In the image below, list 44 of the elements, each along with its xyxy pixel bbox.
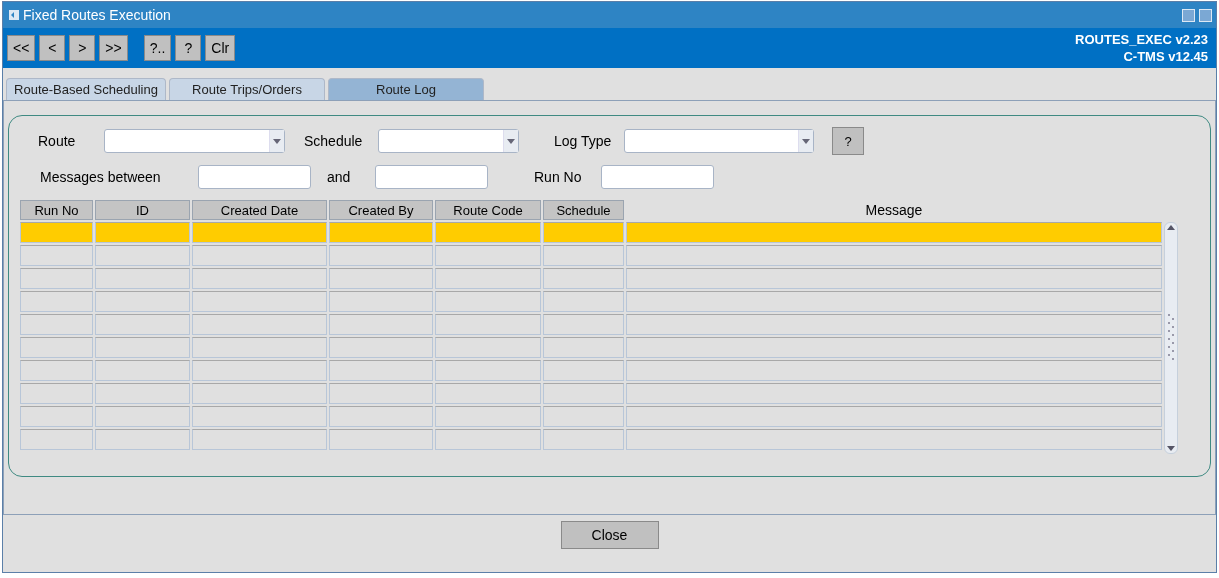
column-header: ID	[95, 200, 190, 220]
caret-icon	[507, 138, 515, 144]
column-header: Created By	[329, 200, 433, 220]
maximize-button[interactable]	[1199, 8, 1212, 22]
version-label: ROUTES_EXEC v2.23	[1075, 32, 1208, 47]
minimize-button[interactable]	[1182, 8, 1195, 22]
toolbar-button[interactable]: ?..	[143, 35, 172, 61]
field-label: Route	[37, 133, 77, 149]
version-label: C-TMS v12.45	[1123, 49, 1208, 64]
run-no-field[interactable]	[601, 165, 714, 189]
scrollbar[interactable]	[1164, 222, 1178, 454]
column-header: Route Code	[435, 200, 541, 220]
toolbar-button[interactable]: >	[69, 35, 96, 61]
window-title: Fixed Routes Execution	[23, 7, 172, 23]
app-icon	[9, 10, 19, 20]
log-type-dropdown[interactable]	[624, 129, 814, 153]
caret-icon	[802, 138, 810, 144]
route-dropdown[interactable]	[104, 129, 285, 153]
field-label: and	[326, 169, 352, 185]
tab[interactable]: Route-Based Scheduling	[6, 78, 166, 100]
column-header: Created Date	[192, 200, 327, 220]
help-button[interactable]: ?	[832, 127, 864, 155]
tab[interactable]: Route Log	[328, 78, 484, 100]
toolbar-button[interactable]: >>	[99, 35, 128, 61]
scroll-down-icon[interactable]	[1166, 443, 1176, 453]
toolbar-button[interactable]: Clr	[205, 35, 236, 61]
field-label: Log Type	[554, 133, 613, 149]
scroll-up-icon[interactable]	[1166, 223, 1176, 233]
schedule-dropdown[interactable]	[378, 129, 519, 153]
toolbar-button[interactable]: <<	[7, 35, 36, 61]
column-header: Run No	[20, 200, 93, 220]
toolbar-button[interactable]: <	[39, 35, 66, 61]
column-header: Schedule	[543, 200, 624, 220]
field-label: Messages between	[39, 169, 162, 185]
tab[interactable]: Route Trips/Orders	[169, 78, 325, 100]
grip-icon	[1168, 314, 1174, 362]
date-from-field[interactable]	[198, 165, 311, 189]
toolbar-button[interactable]: ?	[175, 35, 202, 61]
close-button[interactable]: Close	[560, 521, 659, 549]
column-header: Message	[864, 201, 924, 220]
date-to-field[interactable]	[375, 165, 488, 189]
field-label: Run No	[533, 169, 583, 185]
field-label: Schedule	[304, 133, 364, 149]
caret-icon	[273, 138, 281, 144]
